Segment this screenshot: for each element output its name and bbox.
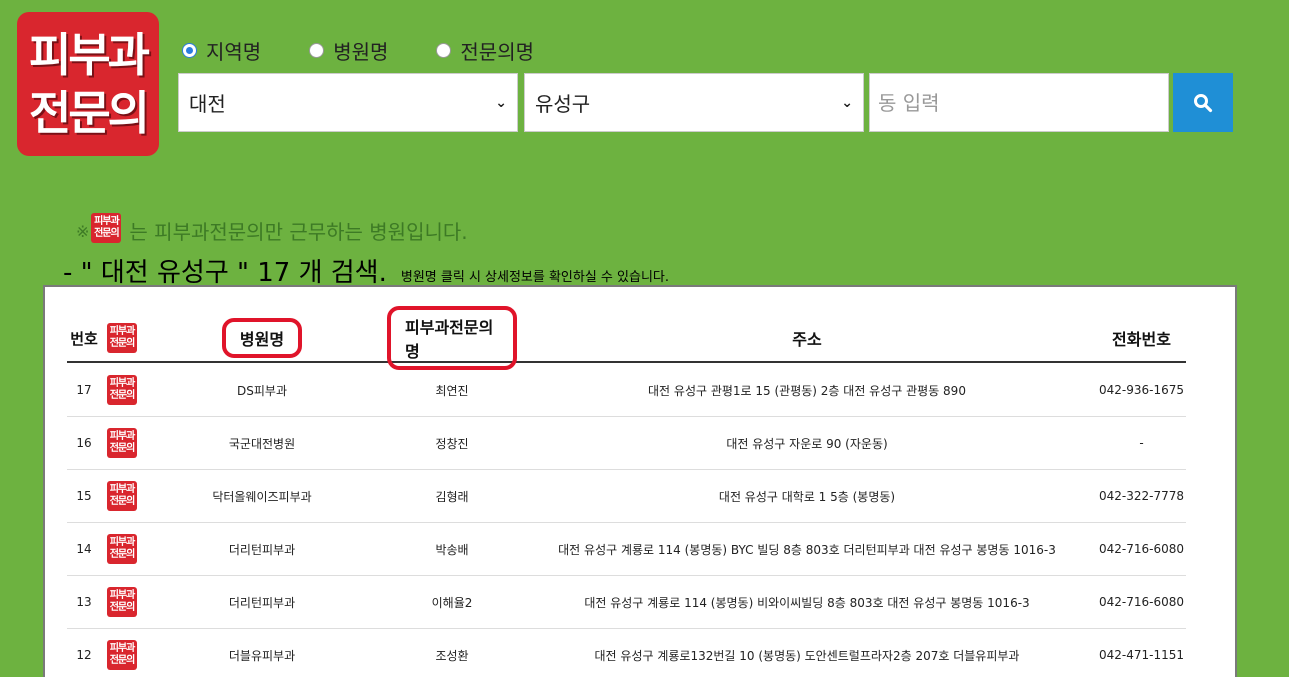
row-num: 15 <box>76 489 92 503</box>
radio-region-label: 지역명 <box>206 40 262 64</box>
row-doctor: 김형래 <box>435 489 469 504</box>
specialist-badge-icon: 피부과 전문의 <box>107 534 137 564</box>
result-count: - " 대전 유성구 " 17 개 검색. <box>63 258 387 288</box>
table-row[interactable]: 17 피부과 전문의 DS피부과 최연진 대전 유성구 관평1로 15 (관평동)… <box>67 364 1186 417</box>
row-address: 대전 유성구 자운로 90 (자운동) <box>726 436 888 451</box>
row-num: 16 <box>76 436 92 450</box>
radio-doctor-label: 전문의명 <box>460 40 535 64</box>
row-num: 17 <box>76 383 92 397</box>
logo-line1: 피부과 <box>29 28 150 82</box>
table-row[interactable]: 15 피부과 전문의 닥터올웨이즈피부과 김형래 대전 유성구 대학로 1 5층 … <box>67 470 1186 523</box>
table-row[interactable]: 12 피부과 전문의 더블유피부과 조성환 대전 유성구 계룡로132번길 10 … <box>67 629 1186 677</box>
badge-line2: 전문의 <box>109 602 136 613</box>
row-address: 대전 유성구 계룡로 114 (봉명동) BYC 빌딩 8층 803호 더리턴피… <box>558 542 1056 557</box>
badge-line2: 전문의 <box>109 443 136 454</box>
row-doctor: 조성환 <box>435 648 469 663</box>
row-hospital-name[interactable]: 더리턴피부과 <box>177 523 347 575</box>
specialist-badge-icon: 피부과 전문의 <box>107 323 137 353</box>
row-num: 12 <box>76 648 92 662</box>
badge-line1: 피부과 <box>109 326 136 337</box>
region-select[interactable]: 대전 ⌄ <box>178 73 518 132</box>
specialist-badge-icon: 피부과 전문의 <box>91 212 122 243</box>
site-logo[interactable]: 피부과 전문의 <box>17 12 159 156</box>
row-phone: 042-322-7778 <box>1098 489 1184 503</box>
search-icon <box>1194 93 1213 112</box>
result-summary: - " 대전 유성구 " 17 개 검색. 병원명 클릭 시 상세정보를 확인하… <box>63 252 669 289</box>
radio-doctor-button[interactable] <box>436 43 452 58</box>
radio-region[interactable]: 지역명 <box>182 36 261 65</box>
row-doctor: 정창진 <box>435 436 469 451</box>
row-doctor: 박송배 <box>435 542 469 557</box>
row-address: 대전 유성구 계룡로 114 (봉명동) 비와이씨빌딩 8층 803호 대전 유… <box>584 595 1030 610</box>
row-doctor: 최연진 <box>435 383 469 398</box>
table-header: 번호 피부과 전문의 병원명 피부과전문의명 주소 전화번호 <box>67 306 1186 370</box>
radio-doctor[interactable]: 전문의명 <box>436 36 534 65</box>
row-hospital-name[interactable]: 더리턴피부과 <box>177 576 347 628</box>
header-num: 번호 <box>70 329 98 348</box>
row-num: 13 <box>76 595 92 609</box>
specialist-notice: ※ 피부과 전문의 는 피부과전문의만 근무하는 병원입니다. <box>76 210 468 245</box>
notice-mark: ※ <box>76 222 90 241</box>
row-address: 대전 유성구 관평1로 15 (관평동) 2층 대전 유성구 관평동 890 <box>648 383 966 398</box>
table-row[interactable]: 14 피부과 전문의 더리턴피부과 박송배 대전 유성구 계룡로 114 (봉명동… <box>67 523 1186 576</box>
row-phone: 042-936-1675 <box>1098 383 1184 397</box>
header-phone: 전화번호 <box>1112 330 1171 349</box>
header-doctor-name: 피부과전문의명 <box>387 306 517 370</box>
logo-line2: 전문의 <box>29 86 150 140</box>
badge-line1: 피부과 <box>94 215 120 227</box>
badge-line2: 전문의 <box>109 655 136 666</box>
region-select-value: 대전 <box>189 92 226 116</box>
row-phone: 042-716-6080 <box>1098 595 1184 609</box>
row-phone: 042-471-1151 <box>1098 648 1184 662</box>
table-row[interactable]: 16 피부과 전문의 국군대전병원 정창진 대전 유성구 자운로 90 (자운동)… <box>67 417 1186 470</box>
results-panel: 번호 피부과 전문의 병원명 피부과전문의명 주소 전화번호 17 피부과 전문의… <box>43 285 1237 677</box>
specialist-badge-icon: 피부과 전문의 <box>107 481 137 511</box>
district-select-value: 유성구 <box>535 92 591 116</box>
row-hospital-name[interactable]: 더블유피부과 <box>177 629 347 677</box>
row-hospital-name[interactable]: DS피부과 <box>177 364 347 416</box>
search-button[interactable] <box>1173 73 1233 132</box>
badge-line1: 피부과 <box>109 378 136 389</box>
badge-line1: 피부과 <box>109 590 136 601</box>
badge-line2: 전문의 <box>109 496 136 507</box>
badge-line2: 전문의 <box>94 227 120 239</box>
district-select[interactable]: 유성구 ⌄ <box>524 73 864 132</box>
row-phone: 042-716-6080 <box>1098 542 1184 556</box>
header-hospital-name: 병원명 <box>221 318 303 358</box>
badge-line1: 피부과 <box>109 643 136 654</box>
badge-line1: 피부과 <box>109 431 136 442</box>
row-doctor: 이해율2 <box>431 595 473 610</box>
specialist-badge-icon: 피부과 전문의 <box>107 640 137 670</box>
notice-text: 는 피부과전문의만 근무하는 병원입니다. <box>129 220 468 244</box>
specialist-badge-icon: 피부과 전문의 <box>107 375 137 405</box>
badge-line2: 전문의 <box>109 338 136 349</box>
row-phone: - <box>1139 436 1144 450</box>
specialist-badge-icon: 피부과 전문의 <box>107 587 137 617</box>
badge-line1: 피부과 <box>109 537 136 548</box>
row-hospital-name[interactable]: 국군대전병원 <box>177 417 347 469</box>
badge-line1: 피부과 <box>109 484 136 495</box>
radio-hospital[interactable]: 병원명 <box>309 36 388 65</box>
badge-line2: 전문의 <box>109 549 136 560</box>
badge-line2: 전문의 <box>109 390 136 401</box>
result-hint: 병원명 클릭 시 상세정보를 확인하실 수 있습니다. <box>400 270 670 285</box>
chevron-down-icon: ⌄ <box>841 94 853 111</box>
header-address: 주소 <box>792 330 822 349</box>
search-type-radios: 지역명 병원명 전문의명 <box>182 36 582 65</box>
row-hospital-name[interactable]: 닥터올웨이즈피부과 <box>177 470 347 522</box>
row-address: 대전 유성구 대학로 1 5층 (봉명동) <box>718 489 896 504</box>
radio-hospital-button[interactable] <box>309 43 325 58</box>
table-row[interactable]: 13 피부과 전문의 더리턴피부과 이해율2 대전 유성구 계룡로 114 (봉명… <box>67 576 1186 629</box>
chevron-down-icon: ⌄ <box>495 94 507 111</box>
radio-hospital-label: 병원명 <box>333 40 389 64</box>
dong-input[interactable] <box>869 73 1169 132</box>
specialist-badge-icon: 피부과 전문의 <box>107 428 137 458</box>
radio-region-button[interactable] <box>182 43 197 58</box>
row-num: 14 <box>76 542 92 556</box>
row-address: 대전 유성구 계룡로132번길 10 (봉명동) 도안센트럴프라자2층 207호… <box>594 648 1020 663</box>
